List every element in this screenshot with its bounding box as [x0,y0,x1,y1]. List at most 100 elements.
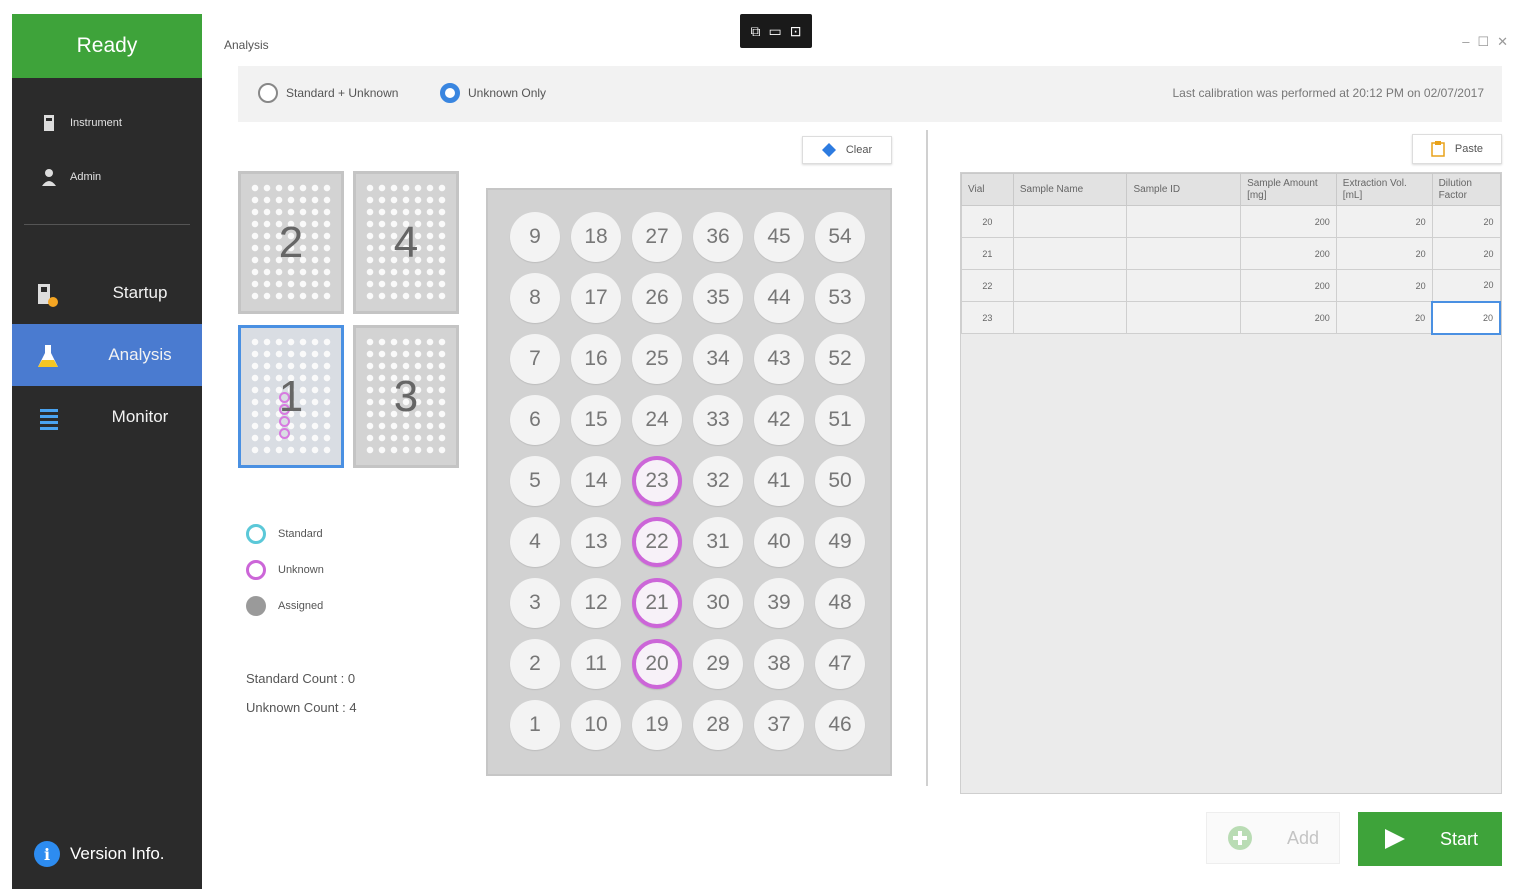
maximize-button[interactable]: ☐ [1477,34,1489,50]
cell-sample-amount[interactable]: 200 [1240,205,1337,238]
vial-50[interactable]: 50 [815,456,865,506]
vial-5[interactable]: 5 [510,456,560,506]
radio-standard-unknown[interactable]: Standard + Unknown [258,83,398,103]
fullscreen-icon[interactable]: ⊡ [790,23,802,40]
version-info-button[interactable]: i Version Info. [34,841,165,867]
cell-sample-name[interactable] [1012,205,1128,238]
screenshot-icon[interactable]: ⧉ [751,23,761,40]
cell-sample-amount[interactable]: 200 [1240,301,1337,334]
vial-24[interactable]: 24 [632,395,682,445]
vial-41[interactable]: 41 [754,456,804,506]
vial-11[interactable]: 11 [571,639,621,689]
tray-4[interactable]: 4 [353,171,459,314]
vial-21[interactable]: 21 [632,578,682,628]
vial-2[interactable]: 2 [510,639,560,689]
nav-startup[interactable]: Startup [12,262,202,324]
cell-sample-id[interactable] [1126,205,1242,238]
vial-37[interactable]: 37 [754,700,804,750]
vial-49[interactable]: 49 [815,517,865,567]
vial-45[interactable]: 45 [754,212,804,262]
add-button[interactable]: Add [1206,812,1340,864]
vial-51[interactable]: 51 [815,395,865,445]
cell-sample-amount[interactable]: 200 [1240,269,1337,302]
paste-button[interactable]: Paste [1412,134,1502,164]
vial-33[interactable]: 33 [693,395,743,445]
start-button[interactable]: Start [1358,812,1502,866]
sidebar-item-admin[interactable]: Admin [42,168,101,186]
table-row[interactable]: 20 200 20 20 [961,205,1501,238]
cell-extraction-vol[interactable]: 20 [1335,269,1433,302]
vial-8[interactable]: 8 [510,273,560,323]
vial-10[interactable]: 10 [571,700,621,750]
vial-30[interactable]: 30 [693,578,743,628]
vial-1[interactable]: 1 [510,700,560,750]
vial-34[interactable]: 34 [693,334,743,384]
tray-3[interactable]: 3 [353,325,459,468]
table-row[interactable]: 21 200 20 20 [961,237,1501,270]
vial-28[interactable]: 28 [693,700,743,750]
cell-extraction-vol[interactable]: 20 [1335,301,1433,334]
vial-3[interactable]: 3 [510,578,560,628]
vial-18[interactable]: 18 [571,212,621,262]
cell-dilution-factor[interactable]: 20 [1431,269,1501,302]
vial-14[interactable]: 14 [571,456,621,506]
vial-35[interactable]: 35 [693,273,743,323]
cell-sample-amount[interactable]: 200 [1240,237,1337,270]
vial-29[interactable]: 29 [693,639,743,689]
cell-sample-name[interactable] [1012,237,1128,270]
cell-dilution-factor[interactable]: 20 [1431,205,1501,238]
vial-20[interactable]: 20 [632,639,682,689]
vial-44[interactable]: 44 [754,273,804,323]
vial-46[interactable]: 46 [815,700,865,750]
nav-analysis[interactable]: Analysis [12,324,202,386]
vial-36[interactable]: 36 [693,212,743,262]
tray-1-selected[interactable]: 1 [238,325,344,468]
vial-48[interactable]: 48 [815,578,865,628]
vial-13[interactable]: 13 [571,517,621,567]
vial-9[interactable]: 9 [510,212,560,262]
vial-4[interactable]: 4 [510,517,560,567]
vial-25[interactable]: 25 [632,334,682,384]
radio-unknown-only[interactable]: Unknown Only [440,83,546,103]
cell-dilution-factor-focused[interactable]: 20 [1431,300,1501,335]
cell-extraction-vol[interactable]: 20 [1335,237,1433,270]
vial-47[interactable]: 47 [815,639,865,689]
vial-23[interactable]: 23 [632,456,682,506]
vial-17[interactable]: 17 [571,273,621,323]
cell-sample-id[interactable] [1126,269,1242,302]
vial-19[interactable]: 19 [632,700,682,750]
tray-2[interactable]: 2 [238,171,344,314]
vial-22[interactable]: 22 [632,517,682,567]
vial-39[interactable]: 39 [754,578,804,628]
cell-sample-id[interactable] [1126,301,1242,334]
close-button[interactable]: ✕ [1497,34,1508,50]
cell-sample-name[interactable] [1012,301,1128,334]
minimize-button[interactable]: – [1462,34,1469,50]
vial-54[interactable]: 54 [815,212,865,262]
table-row[interactable]: 23 200 20 20 [961,300,1501,335]
vial-6[interactable]: 6 [510,395,560,445]
vial-31[interactable]: 31 [693,517,743,567]
vial-43[interactable]: 43 [754,334,804,384]
vial-26[interactable]: 26 [632,273,682,323]
cell-sample-id[interactable] [1126,237,1242,270]
cell-extraction-vol[interactable]: 20 [1335,205,1433,238]
vial-52[interactable]: 52 [815,334,865,384]
vial-16[interactable]: 16 [571,334,621,384]
cast-icon[interactable]: ▭ [769,23,782,40]
vial-32[interactable]: 32 [693,456,743,506]
vial-40[interactable]: 40 [754,517,804,567]
nav-monitor[interactable]: Monitor [12,386,202,448]
cell-dilution-factor[interactable]: 20 [1431,237,1501,270]
vial-12[interactable]: 12 [571,578,621,628]
vial-42[interactable]: 42 [754,395,804,445]
vial-15[interactable]: 15 [571,395,621,445]
vial-38[interactable]: 38 [754,639,804,689]
sidebar-item-instrument[interactable]: Instrument [42,114,122,132]
vial-7[interactable]: 7 [510,334,560,384]
table-row[interactable]: 22 200 20 20 [961,269,1501,302]
cell-sample-name[interactable] [1012,269,1128,302]
clear-button[interactable]: Clear [802,136,892,164]
vial-53[interactable]: 53 [815,273,865,323]
vial-27[interactable]: 27 [632,212,682,262]
